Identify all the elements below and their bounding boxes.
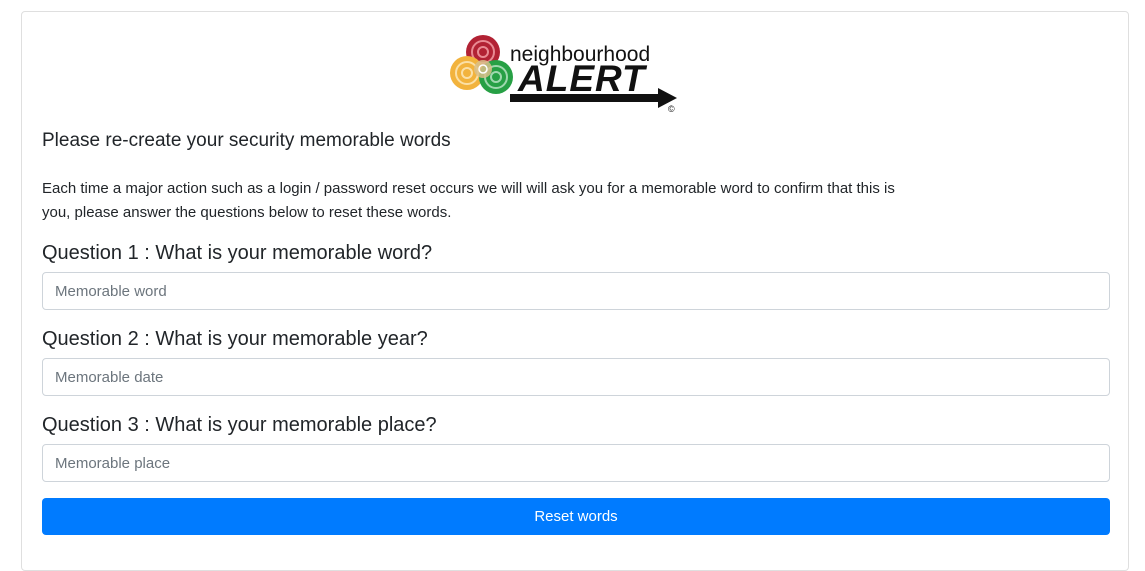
logo-alert-text: ALERT: [517, 58, 648, 99]
memorable-word-input[interactable]: [42, 272, 1110, 310]
question-2-label: Question 2 : What is your memorable year…: [42, 328, 428, 350]
question-1-label: Question 1 : What is your memorable word…: [42, 242, 433, 264]
logo-emblem-icon: [450, 35, 513, 94]
question-3-label: Question 3 : What is your memorable plac…: [42, 414, 437, 436]
logo-copyright-mark: ©: [668, 104, 675, 113]
page-title: Please re-create your security memorable…: [42, 130, 451, 151]
memorable-place-input[interactable]: [42, 444, 1110, 482]
intro-text: Each time a major action such as a login…: [42, 180, 895, 221]
memorable-year-input[interactable]: [42, 358, 1110, 396]
neighbourhood-alert-logo: neighbourhood ALERT ©: [446, 33, 681, 113]
reset-words-button[interactable]: Reset words: [42, 498, 1110, 535]
